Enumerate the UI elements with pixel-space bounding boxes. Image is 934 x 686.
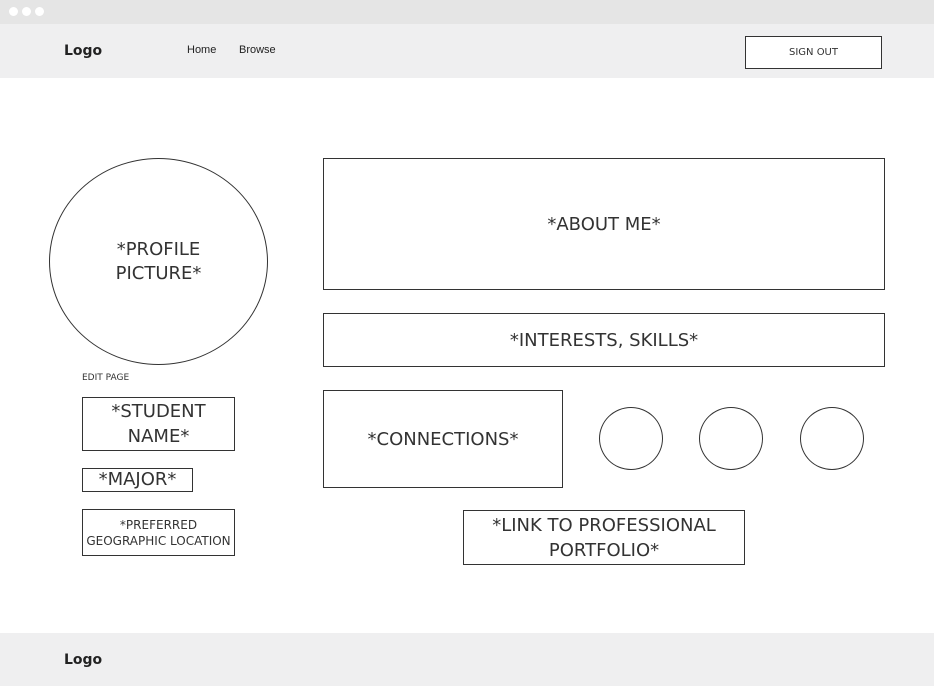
portfolio-link[interactable]: *LINK TO PROFESSIONAL PORTFOLIO* bbox=[463, 510, 745, 565]
window-control-dot[interactable] bbox=[35, 7, 44, 16]
nav-home-link[interactable]: Home bbox=[187, 44, 216, 56]
sign-out-button[interactable]: SIGN OUT bbox=[745, 36, 882, 69]
header-logo[interactable]: Logo bbox=[64, 43, 102, 59]
about-me-section: *ABOUT ME* bbox=[323, 158, 885, 290]
location-field: *PREFERRED GEOGRAPHIC LOCATION bbox=[82, 509, 235, 556]
profile-picture[interactable]: *PROFILE PICTURE* bbox=[49, 158, 268, 365]
nav-browse-link[interactable]: Browse bbox=[239, 44, 276, 56]
footer-logo[interactable]: Logo bbox=[64, 652, 102, 668]
site-footer bbox=[0, 633, 934, 686]
window-control-dot[interactable] bbox=[22, 7, 31, 16]
edit-page-link[interactable]: EDIT PAGE bbox=[82, 373, 129, 383]
connection-avatar[interactable] bbox=[800, 407, 864, 470]
major-field: *MAJOR* bbox=[82, 468, 193, 492]
connection-avatar[interactable] bbox=[699, 407, 763, 470]
connections-section: *CONNECTIONS* bbox=[323, 390, 563, 488]
interests-skills-section: *INTERESTS, SKILLS* bbox=[323, 313, 885, 367]
connection-avatar[interactable] bbox=[599, 407, 663, 470]
window-control-dot[interactable] bbox=[9, 7, 18, 16]
window-titlebar bbox=[0, 0, 934, 24]
student-name-field: *STUDENT NAME* bbox=[82, 397, 235, 451]
